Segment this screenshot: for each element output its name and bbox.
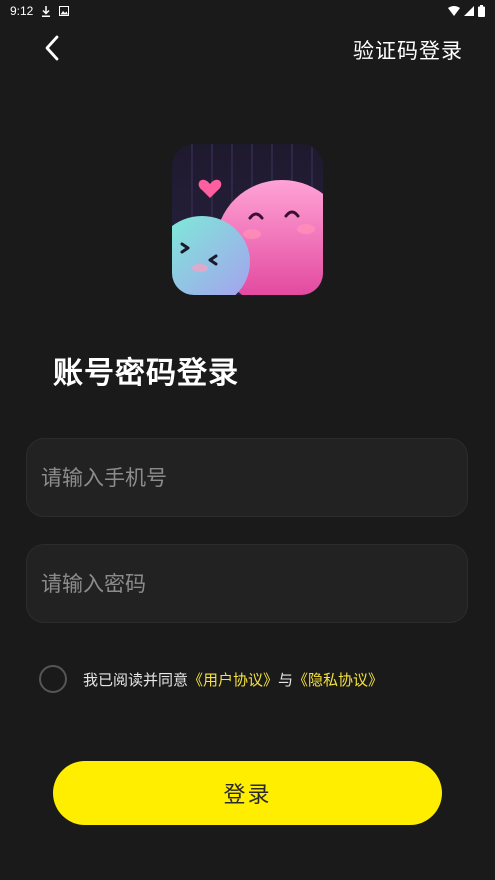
- user-agreement-link[interactable]: 《用户协议》: [188, 669, 278, 690]
- agreement-connector: 与: [278, 670, 294, 689]
- password-input[interactable]: [27, 545, 467, 622]
- status-time: 9:12: [10, 4, 34, 18]
- status-bar: 9:12: [0, 0, 495, 22]
- wifi-icon: [448, 6, 460, 16]
- download-icon: [41, 5, 51, 17]
- privacy-policy-link[interactable]: 《隐私协议》: [293, 669, 383, 690]
- battery-icon: [478, 5, 485, 17]
- chevron-left-icon: [44, 35, 60, 65]
- page-title: 账号密码登录: [53, 356, 239, 391]
- agreement-checkbox[interactable]: [39, 665, 67, 693]
- login-button[interactable]: 登录: [53, 761, 442, 825]
- agreement-prefix: 我已阅读并同意: [83, 670, 189, 689]
- photo-icon: [59, 6, 70, 16]
- status-right: [448, 5, 485, 17]
- status-left: 9:12: [10, 4, 70, 18]
- password-field: [26, 544, 468, 623]
- signal-icon: [464, 6, 474, 16]
- back-button[interactable]: [34, 32, 70, 68]
- top-bar: 验证码登录: [0, 28, 495, 72]
- sms-login-link[interactable]: 验证码登录: [353, 35, 463, 65]
- app-logo-icon: [172, 144, 323, 295]
- phone-field: [26, 438, 468, 517]
- phone-input[interactable]: [27, 439, 467, 516]
- agreement-row: 我已阅读并同意 《用户协议》 与 《隐私协议》: [39, 663, 383, 695]
